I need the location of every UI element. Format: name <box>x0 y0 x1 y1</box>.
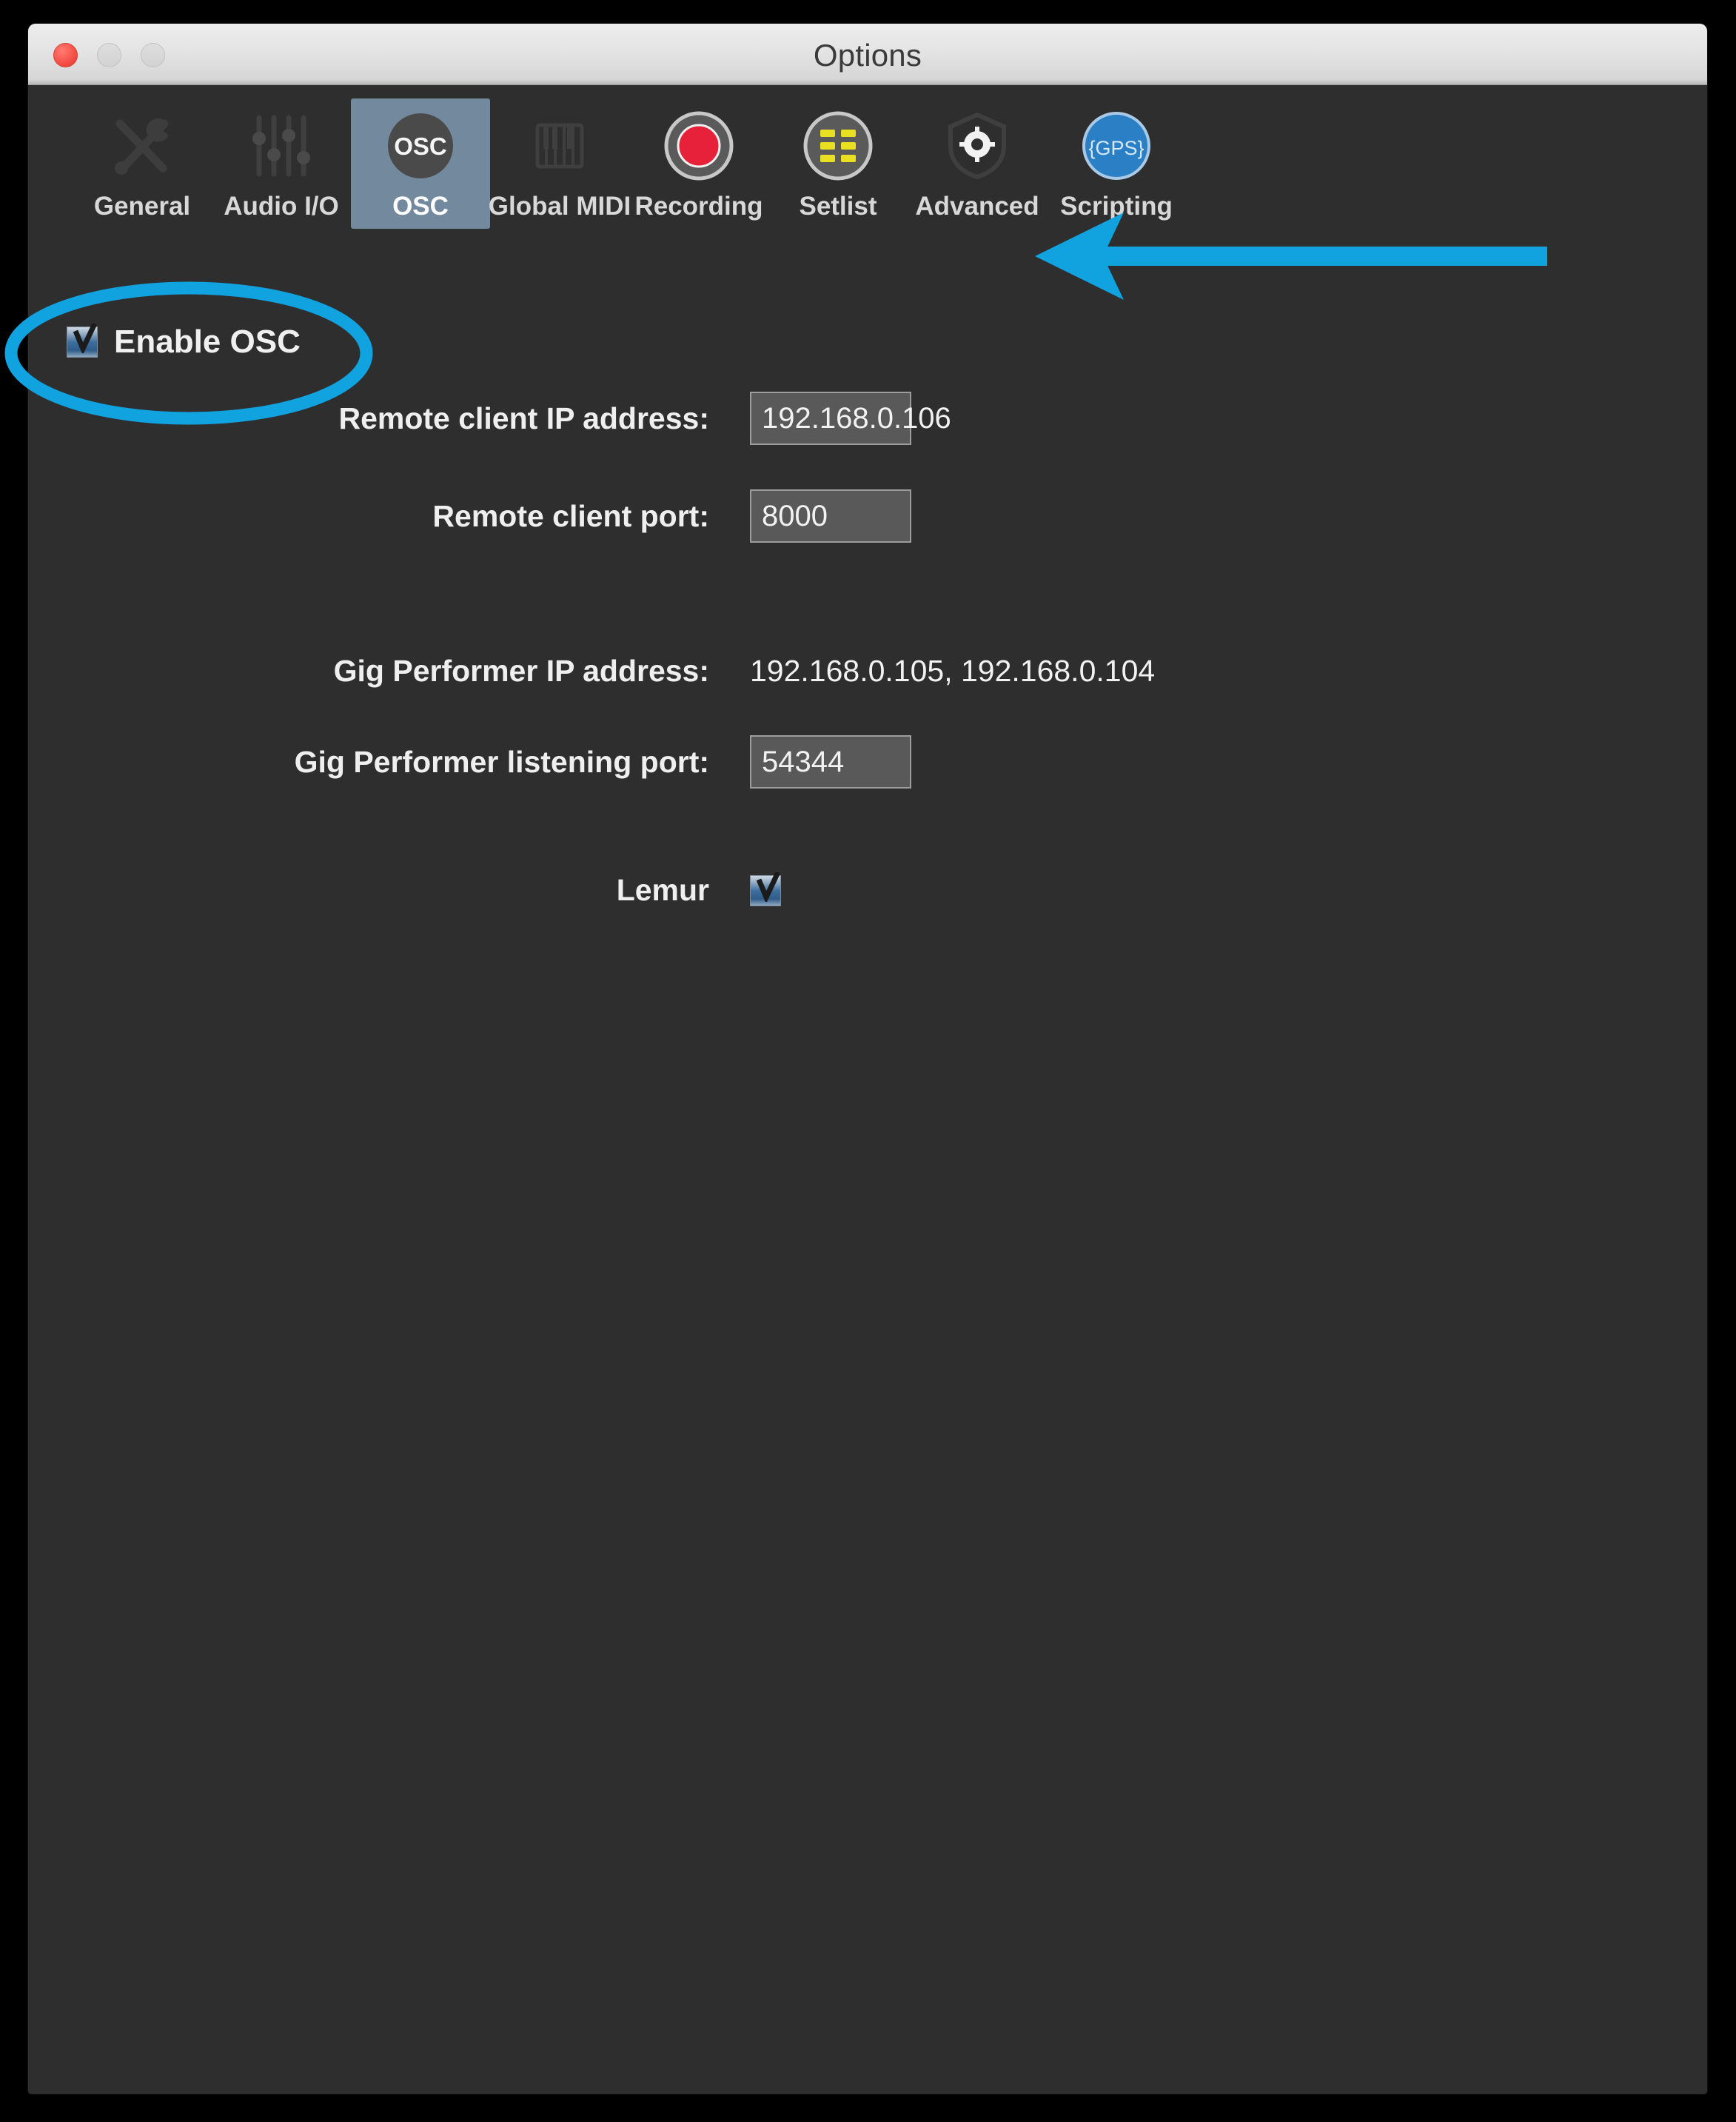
wrench-screwdriver-icon <box>105 109 179 183</box>
gig-performer-ip-value: 192.168.0.105, 192.168.0.104 <box>750 654 1156 688</box>
window-titlebar: Options <box>28 24 1707 85</box>
remote-client-ip-row: Remote client IP address: 192.168.0.106 <box>28 392 951 445</box>
tab-scripting[interactable]: {GPS} Scripting <box>1047 98 1186 229</box>
remote-client-port-input[interactable]: 8000 <box>750 489 911 543</box>
options-toolbar: General Audio I/O OSC OSC Global MIDI Re… <box>28 85 1707 341</box>
remote-client-port-row: Remote client port: 8000 <box>28 489 911 543</box>
lemur-checkbox[interactable] <box>750 871 781 906</box>
record-button-icon <box>662 109 736 183</box>
osc-settings-panel: Enable OSC Remote client IP address: 192… <box>28 276 1707 2089</box>
piano-keys-icon <box>523 109 597 183</box>
checkmark-icon <box>73 324 96 353</box>
lemur-row: Lemur <box>28 871 781 908</box>
svg-text:OSC: OSC <box>394 133 447 160</box>
sliders-icon <box>244 109 318 183</box>
remote-client-port-value: 8000 <box>762 499 828 532</box>
gig-performer-ip-row: Gig Performer IP address: 192.168.0.105,… <box>28 654 1156 689</box>
tab-audio-io[interactable]: Audio I/O <box>212 98 351 229</box>
tab-global-midi-label: Global MIDI <box>488 192 631 221</box>
tab-general[interactable]: General <box>73 98 212 229</box>
osc-circle-icon: OSC <box>383 109 458 183</box>
lemur-checkbox-wrapper <box>750 871 781 906</box>
gig-performer-listening-port-row: Gig Performer listening port: 54344 <box>28 735 911 789</box>
tab-scripting-label: Scripting <box>1060 192 1173 221</box>
options-window: Options General Audio I/O OSC OSC Global… <box>28 24 1707 2094</box>
tab-advanced-label: Advanced <box>915 192 1039 221</box>
remote-client-ip-label: Remote client IP address: <box>338 401 709 435</box>
tab-global-midi[interactable]: Global MIDI <box>488 98 631 229</box>
gig-performer-listening-port-input[interactable]: 54344 <box>750 735 911 789</box>
tab-audio-io-label: Audio I/O <box>224 192 339 221</box>
tab-recording-label: Recording <box>634 192 763 221</box>
window-title: Options <box>813 38 922 73</box>
remote-client-ip-value: 192.168.0.106 <box>762 401 951 435</box>
tab-general-label: General <box>93 192 191 221</box>
enable-osc-checkbox[interactable] <box>67 324 98 358</box>
gig-performer-listening-port-label: Gig Performer listening port: <box>294 744 709 779</box>
enable-osc-row[interactable]: Enable OSC <box>67 324 301 361</box>
gig-performer-ip-label: Gig Performer IP address: <box>333 654 709 688</box>
remote-client-ip-input[interactable]: 192.168.0.106 <box>750 392 951 445</box>
gig-performer-listening-port-value: 54344 <box>762 745 845 778</box>
tab-osc[interactable]: OSC OSC <box>351 98 490 229</box>
setlist-grid-icon <box>801 109 875 183</box>
tab-recording[interactable]: Recording <box>629 98 768 229</box>
svg-text:{GPS}: {GPS} <box>1088 137 1144 159</box>
shield-gear-icon <box>940 109 1014 183</box>
remote-client-port-label: Remote client port: <box>432 498 709 533</box>
lemur-label: Lemur <box>616 873 709 907</box>
enable-osc-label: Enable OSC <box>114 324 301 360</box>
tab-setlist[interactable]: Setlist <box>768 98 908 229</box>
tab-advanced[interactable]: Advanced <box>908 98 1047 229</box>
checkmark-icon <box>756 871 780 902</box>
tab-osc-label: OSC <box>392 192 449 221</box>
gps-badge-icon: {GPS} <box>1079 109 1153 183</box>
tab-setlist-label: Setlist <box>799 192 877 221</box>
